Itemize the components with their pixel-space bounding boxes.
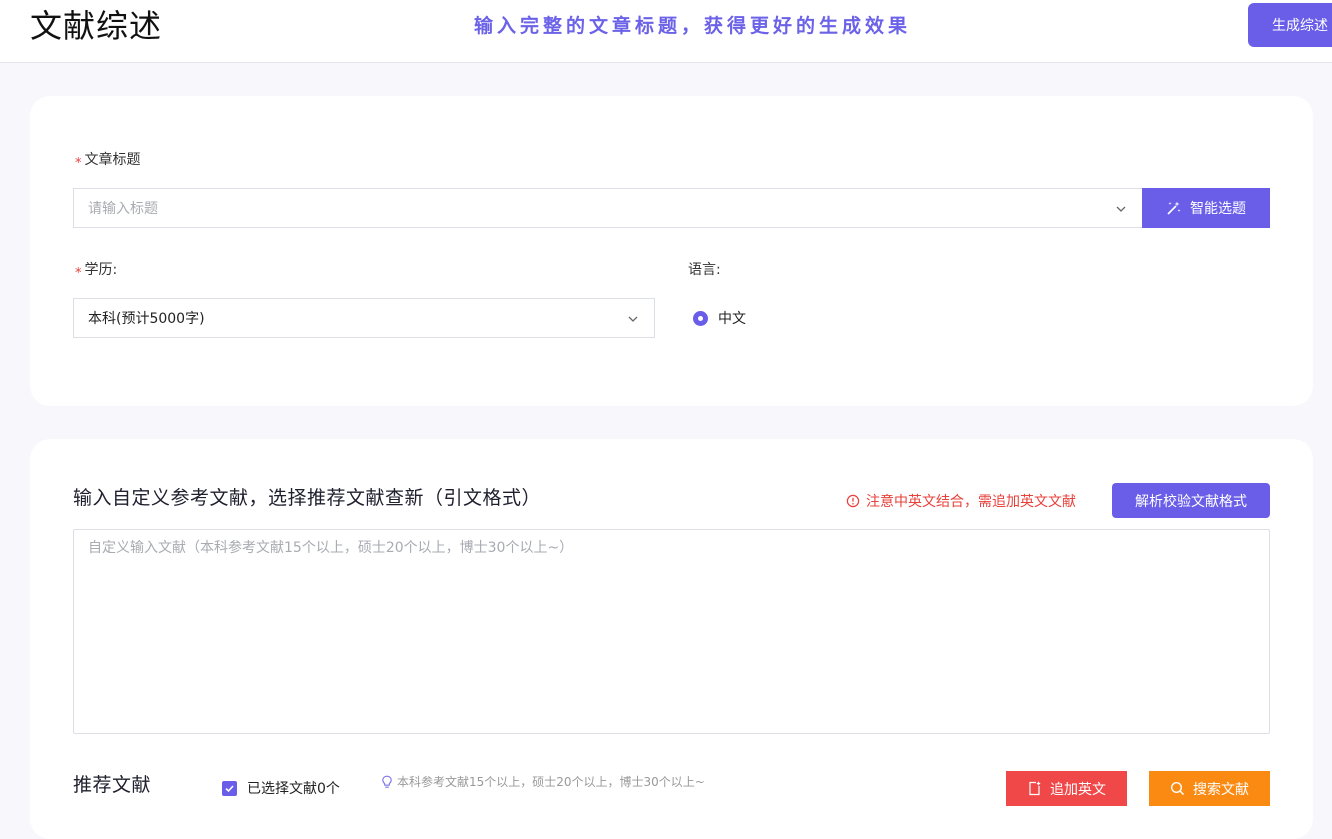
required-mark: * — [75, 266, 82, 281]
references-section-title: 输入自定义参考文献，选择推荐文献查新（引文格式） — [73, 485, 578, 517]
custom-references-textarea[interactable] — [73, 529, 1270, 734]
recommended-section-title-text: 推荐文献 — [73, 774, 152, 796]
references-hint: 本科参考文献15个以上，硕士20个以上，博士30个以上~ — [381, 773, 705, 790]
references-warning-text: 注意中英文结合，需追加英文文献 — [866, 494, 1076, 510]
smart-topic-label: 智能选题 — [1190, 201, 1246, 217]
selected-references-label: 已选择文献0个 — [247, 781, 340, 797]
smart-topic-button[interactable]: 智能选题 — [1142, 188, 1270, 228]
radio-selected-icon — [693, 310, 708, 326]
article-title-placeholder: 请输入标题 — [88, 201, 158, 217]
selected-references-checkbox[interactable]: 已选择文献0个 — [222, 778, 340, 798]
warning-circle-icon — [846, 494, 860, 508]
references-section-title-text: 输入自定义参考文献，选择推荐文献查新（引文格式） — [73, 487, 542, 509]
add-document-icon — [1029, 781, 1041, 796]
title-underline-decoration — [73, 509, 578, 517]
required-mark: * — [75, 156, 82, 171]
language-radio-chinese[interactable]: 中文 — [693, 308, 746, 328]
references-card: 输入自定义参考文献，选择推荐文献查新（引文格式） 注意中英文结合，需追加英文文献… — [30, 439, 1313, 839]
chevron-down-icon — [628, 316, 638, 322]
references-warning: 注意中英文结合，需追加英文文献 — [846, 491, 1076, 511]
generate-review-button[interactable]: 生成综述 — [1248, 3, 1332, 47]
page-title: 文献综述 — [30, 7, 163, 45]
article-title-label: * 文章标题 — [75, 150, 141, 171]
title-underline-decoration — [73, 796, 183, 804]
language-option-label: 中文 — [718, 311, 746, 327]
add-english-button[interactable]: 追加英文 — [1006, 771, 1127, 806]
recommended-section-title: 推荐文献 — [73, 772, 183, 804]
education-select[interactable]: 本科(预计5000字) — [73, 298, 655, 338]
article-title-label-text: 文章标题 — [84, 152, 141, 168]
education-label: * 学历: — [75, 260, 117, 281]
basic-info-card: * 文章标题 请输入标题 智能选题 * 学历: 本科(预计5000字) 语言: 中文 — [30, 96, 1313, 406]
lightbulb-icon — [382, 775, 392, 788]
references-hint-text: 本科参考文献15个以上，硕士20个以上，博士30个以上~ — [397, 775, 705, 789]
education-label-text: 学历: — [84, 262, 118, 278]
chevron-down-icon — [1116, 206, 1126, 212]
parse-validate-button[interactable]: 解析校验文献格式 — [1112, 483, 1270, 518]
title-hint: 输入完整的文章标题，获得更好的生成效果 — [474, 15, 912, 37]
add-english-label: 追加英文 — [1050, 781, 1106, 798]
search-icon — [1170, 781, 1185, 796]
language-label: 语言: — [688, 262, 721, 278]
article-title-select[interactable]: 请输入标题 — [73, 188, 1143, 228]
magic-wand-icon — [1167, 201, 1181, 215]
top-bar: 文献综述 输入完整的文章标题，获得更好的生成效果 生成综述 — [0, 0, 1332, 63]
search-references-label: 搜索文献 — [1193, 781, 1249, 798]
checkbox-checked-icon — [222, 780, 237, 796]
search-references-button[interactable]: 搜索文献 — [1149, 771, 1270, 806]
education-value: 本科(预计5000字) — [88, 311, 205, 327]
